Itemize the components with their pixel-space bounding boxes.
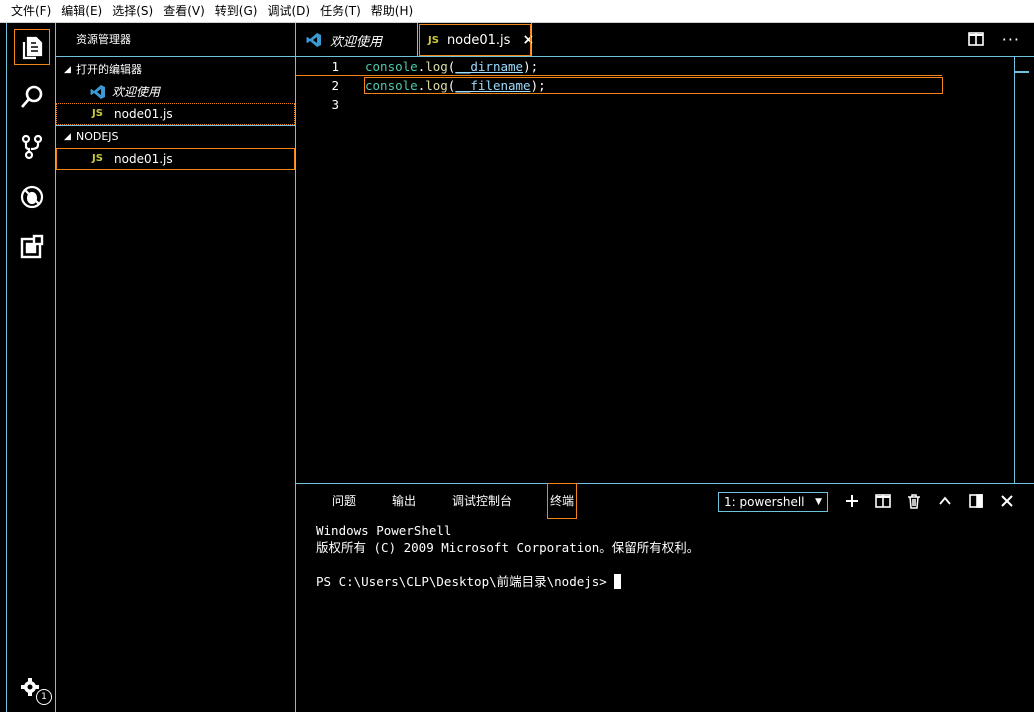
open-editors-header[interactable]: ◢ 打开的编辑器 xyxy=(56,59,295,81)
code-line: 3 xyxy=(296,95,942,114)
tab-debug-console[interactable]: 调试控制台 xyxy=(452,484,512,518)
tab-welcome[interactable]: 欢迎使用 xyxy=(296,23,418,57)
bottom-panel: 问题 输出 调试控制台 终端 1: powershell ▼ Windows P… xyxy=(296,483,1034,712)
settings-badge: 1 xyxy=(36,689,52,705)
menu-debug[interactable]: 调试(D) xyxy=(262,0,315,23)
menu-tasks[interactable]: 任务(T) xyxy=(315,0,366,23)
code-text: console.log(__filename); xyxy=(364,77,943,94)
code-line: 1 console.log(__dirname); xyxy=(296,57,942,76)
terminal-line: Windows PowerShell xyxy=(316,523,452,538)
settings-gear-icon[interactable]: 1 xyxy=(15,672,52,706)
file-node01[interactable]: JS node01.js xyxy=(56,148,295,170)
line-number: 1 xyxy=(331,58,339,74)
open-editor-welcome[interactable]: 欢迎使用 xyxy=(56,81,295,103)
js-file-icon: JS xyxy=(428,34,439,46)
overview-ruler-mark xyxy=(1015,71,1029,73)
tab-label: 欢迎使用 xyxy=(330,34,383,50)
files-icon[interactable] xyxy=(14,29,50,65)
code-text: console.log(__dirname); xyxy=(365,58,539,74)
editor-tab-bar: 欢迎使用 JS node01.js × ··· xyxy=(296,23,1034,57)
sidebar-title: 资源管理器 xyxy=(56,23,295,57)
js-file-icon: JS xyxy=(92,108,103,119)
js-file-icon: JS xyxy=(92,153,103,164)
more-actions-icon[interactable]: ··· xyxy=(1002,32,1020,48)
activity-bar: 1 xyxy=(6,23,56,712)
terminal-select-value: 1: powershell xyxy=(724,495,805,509)
panel-tabs: 问题 输出 调试控制台 终端 xyxy=(332,483,612,519)
open-editor-node01[interactable]: JS node01.js xyxy=(56,103,295,125)
tab-node01[interactable]: JS node01.js × xyxy=(418,23,534,57)
maximize-panel-icon[interactable] xyxy=(937,493,953,512)
terminal-output[interactable]: Windows PowerShell 版权所有 (C) 2009 Microsof… xyxy=(316,522,699,590)
open-editors-label: 打开的编辑器 xyxy=(76,63,142,76)
file-label: node01.js xyxy=(114,152,173,166)
split-editor-icon[interactable] xyxy=(967,31,984,49)
terminal-cursor xyxy=(614,574,622,589)
close-panel-icon[interactable] xyxy=(999,493,1015,512)
menu-edit[interactable]: 编辑(E) xyxy=(56,0,107,23)
menu-selection[interactable]: 选择(S) xyxy=(107,0,158,23)
menu-view[interactable]: 查看(V) xyxy=(158,0,210,23)
line-number: 2 xyxy=(331,78,339,93)
vscode-icon xyxy=(90,84,112,100)
close-icon[interactable]: × xyxy=(522,32,534,48)
new-terminal-icon[interactable] xyxy=(844,493,860,512)
tab-output[interactable]: 输出 xyxy=(392,484,416,518)
split-terminal-icon[interactable] xyxy=(875,493,891,512)
source-control-icon[interactable] xyxy=(15,130,49,164)
terminal-prompt-line: PS C:\Users\CLP\Desktop\前端目录\nodejs> xyxy=(316,573,699,590)
search-icon[interactable] xyxy=(15,80,49,114)
open-editor-label: 欢迎使用 xyxy=(112,85,161,99)
toggle-panel-position-icon[interactable] xyxy=(968,493,984,512)
line-number: 3 xyxy=(331,97,339,112)
overview-ruler[interactable] xyxy=(1014,57,1029,483)
trash-icon[interactable] xyxy=(906,493,922,512)
folder-label: NODEJS xyxy=(76,130,119,143)
tab-terminal[interactable]: 终端 xyxy=(547,483,578,519)
terminal-prompt: PS C:\Users\CLP\Desktop\前端目录\nodejs> xyxy=(316,574,615,589)
folder-header[interactable]: ◢ NODEJS xyxy=(56,126,295,148)
menu-file[interactable]: 文件(F) xyxy=(6,0,56,23)
terminal-line: 版权所有 (C) 2009 Microsoft Corporation。保留所有… xyxy=(316,540,700,555)
debug-icon[interactable] xyxy=(15,180,49,214)
terminal-select[interactable]: 1: powershell ▼ xyxy=(718,492,828,512)
menubar: 文件(F) 编辑(E) 选择(S) 查看(V) 转到(G) 调试(D) 任务(T… xyxy=(0,0,1034,23)
explorer-sidebar: 资源管理器 ◢ 打开的编辑器 欢迎使用 JS node01.js ◢ NODEJ… xyxy=(56,23,296,712)
panel-actions xyxy=(844,490,1015,514)
chevron-down-icon: ▼ xyxy=(815,497,822,507)
chevron-down-icon: ◢ xyxy=(64,132,71,142)
extensions-icon[interactable] xyxy=(15,230,49,264)
tab-problems[interactable]: 问题 xyxy=(332,484,356,518)
code-editor[interactable]: 1 console.log(__dirname); 2 console.log(… xyxy=(296,57,1034,483)
code-line: 2 console.log(__filename); xyxy=(296,76,943,95)
vscode-icon xyxy=(306,32,330,48)
chevron-down-icon: ◢ xyxy=(64,65,71,75)
tab-label: node01.js xyxy=(446,32,511,48)
tab-actions: ··· xyxy=(967,23,1020,57)
open-editor-label: node01.js xyxy=(114,107,173,121)
menu-help[interactable]: 帮助(H) xyxy=(366,0,418,23)
menu-go[interactable]: 转到(G) xyxy=(210,0,263,23)
